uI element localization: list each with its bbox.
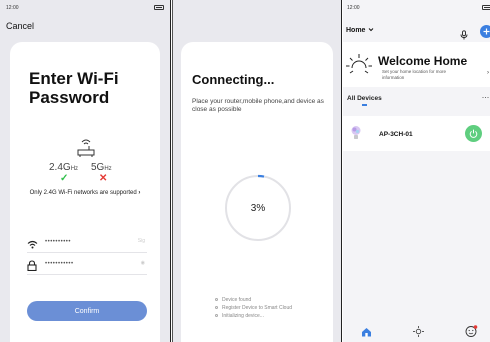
- connecting-title: Connecting...: [192, 72, 275, 87]
- more-options-icon[interactable]: ···: [482, 92, 490, 102]
- scene-tab-icon[interactable]: [413, 324, 424, 342]
- confirm-button[interactable]: Confirm: [27, 301, 147, 321]
- welcome-title: Welcome Home: [378, 54, 468, 68]
- chevron-right-icon: ›: [138, 190, 141, 196]
- status-time: 12:00: [347, 5, 360, 11]
- connecting-screen: Connecting... Place your router,mobile p…: [172, 0, 342, 342]
- connection-steps: Device found Register Device to Smart Cl…: [215, 296, 292, 320]
- band-24ghz-label: 2.4GHz: [49, 162, 79, 173]
- home-screen: 12:00 Home Welcome Home Set your home lo…: [343, 0, 490, 342]
- wifi-card: Enter Wi-Fi Password 2.4GHz 5GHz ✓ ✕ Onl…: [10, 42, 160, 342]
- battery-icon: [482, 5, 490, 10]
- wifi-support-note[interactable]: Only 2.4G Wi-Fi networks are supported ›: [10, 190, 160, 196]
- power-button[interactable]: [465, 125, 482, 142]
- check-icon: ✓: [60, 173, 69, 184]
- device-name: AP-3CH-01: [379, 131, 413, 138]
- wifi-ssid-field[interactable]: •••••••••• Sig: [27, 234, 147, 253]
- home-selector[interactable]: Home: [346, 27, 374, 34]
- tab-all-devices[interactable]: All Devices: [347, 95, 382, 102]
- cross-icon: ✕: [99, 173, 108, 184]
- active-tab-indicator: [362, 104, 367, 106]
- step-initializing: Initializing device...: [215, 312, 292, 320]
- lock-icon: [27, 258, 37, 276]
- wifi-password-field[interactable]: ••••••••••• ◉: [27, 256, 147, 275]
- progress-percent: 3%: [250, 202, 266, 214]
- battery-icon: [154, 5, 164, 10]
- chevron-down-icon: [369, 28, 374, 32]
- cancel-button[interactable]: Cancel: [6, 21, 34, 31]
- add-icon[interactable]: [480, 25, 490, 38]
- wifi-password-screen: 12:00 Cancel Enter Wi-Fi Password 2.4GHz…: [0, 0, 171, 342]
- step-device-found: Device found: [215, 296, 292, 304]
- wifi-ssid-value: ••••••••••: [45, 239, 72, 245]
- bulb-icon: [350, 125, 362, 146]
- home-tab-icon[interactable]: [361, 324, 372, 342]
- router-icon: [75, 136, 97, 163]
- band-5ghz-label: 5GHz: [91, 162, 112, 173]
- connecting-card: Connecting... Place your router,mobile p…: [181, 42, 333, 342]
- step-register-cloud: Register Device to Smart Cloud: [215, 304, 292, 312]
- power-icon: [469, 129, 478, 138]
- welcome-card[interactable]: Welcome Home Set your home location for …: [343, 42, 490, 87]
- profile-tab-icon[interactable]: [465, 324, 478, 342]
- bottom-tab-bar: [343, 318, 490, 342]
- chevron-right-icon: ›: [487, 70, 489, 76]
- sun-icon: [346, 52, 372, 81]
- page-title: Enter Wi-Fi Password: [29, 69, 119, 107]
- wifi-icon: [27, 236, 38, 254]
- switch-network-hint[interactable]: Sig: [138, 238, 145, 244]
- welcome-subtitle: Set your home location for more informat…: [382, 69, 447, 80]
- wifi-password-value: •••••••••••: [45, 261, 74, 267]
- show-password-icon[interactable]: ◉: [141, 260, 145, 266]
- connecting-description: Place your router,mobile phone,and devic…: [192, 98, 324, 113]
- status-time: 12:00: [6, 5, 19, 11]
